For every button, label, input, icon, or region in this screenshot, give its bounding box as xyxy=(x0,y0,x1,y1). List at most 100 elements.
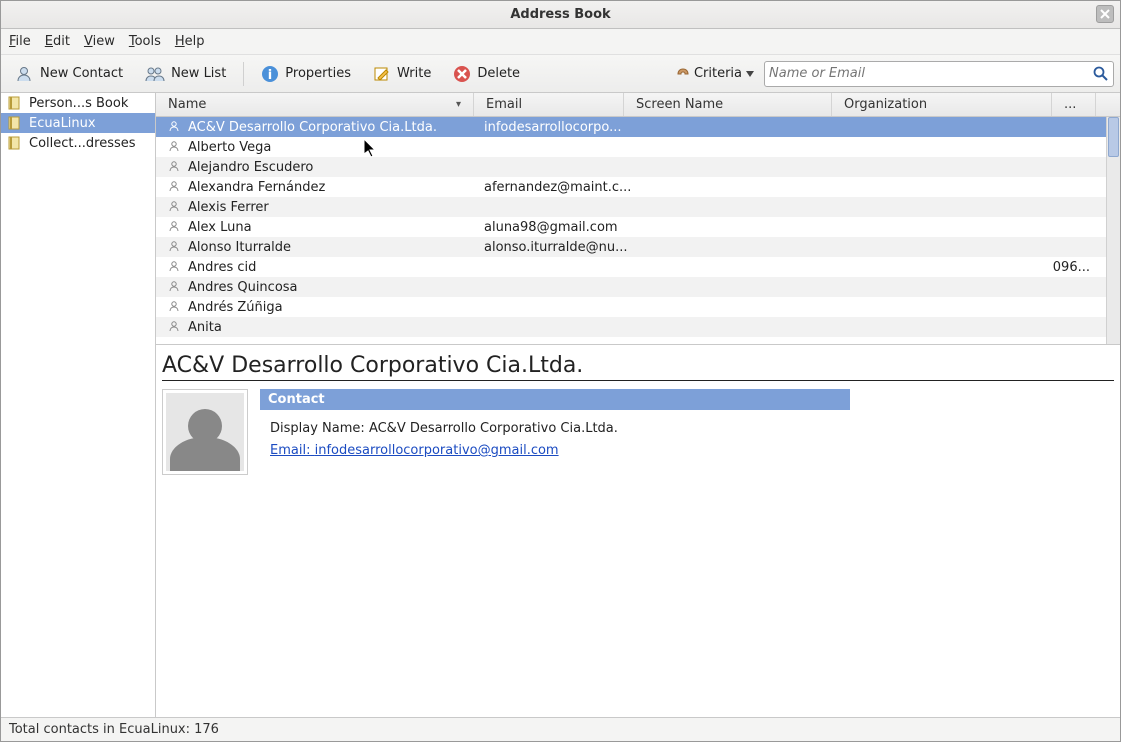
delete-button[interactable]: Delete xyxy=(444,60,529,88)
search-box[interactable] xyxy=(764,61,1114,87)
detail-pane: AC&V Desarrollo Corporativo Cia.Ltda. Co… xyxy=(156,345,1120,717)
column-email[interactable]: Email xyxy=(474,93,624,116)
toolbar-separator xyxy=(243,62,244,86)
cell-email: infodesarrollocorpo... xyxy=(484,120,634,135)
write-button[interactable]: Write xyxy=(364,60,440,88)
book-icon xyxy=(7,115,23,131)
book-icon xyxy=(7,135,23,151)
column-name[interactable]: Name ▾ xyxy=(156,93,474,116)
svg-text:i: i xyxy=(268,68,272,83)
avatar xyxy=(162,389,248,475)
sidebar-item-label: Person...s Book xyxy=(29,96,128,111)
table-header: Name ▾ Email Screen Name Organization ..… xyxy=(156,93,1120,117)
contact-icon xyxy=(168,140,182,154)
sidebar-item-label: EcuaLinux xyxy=(29,116,96,131)
table-body[interactable]: AC&V Desarrollo Corporativo Cia.Ltda.inf… xyxy=(156,117,1120,344)
contact-icon xyxy=(168,280,182,294)
display-name-label: Display Name: xyxy=(270,421,365,436)
column-more[interactable]: ... xyxy=(1052,93,1096,116)
cell-name: Anita xyxy=(188,320,484,335)
cell-name: Andrés Zúñiga xyxy=(188,300,484,315)
new-contact-button[interactable]: New Contact xyxy=(7,60,132,88)
table-row[interactable]: Alexandra Fernándezafernandez@maint.c... xyxy=(156,177,1120,197)
sidebar-item-personal[interactable]: Person...s Book xyxy=(1,93,155,113)
status-text: Total contacts in EcuaLinux: 176 xyxy=(9,722,219,737)
cell-email: afernandez@maint.c... xyxy=(484,180,634,195)
new-list-label: New List xyxy=(171,66,226,81)
table-row[interactable]: AC&V Desarrollo Corporativo Cia.Ltda.inf… xyxy=(156,117,1120,137)
column-org[interactable]: Organization xyxy=(832,93,1052,116)
display-name-row: Display Name: AC&V Desarrollo Corporativ… xyxy=(270,418,840,440)
delete-icon xyxy=(453,65,471,83)
table-row[interactable]: Alberto Vega xyxy=(156,137,1120,157)
column-name-label: Name xyxy=(168,97,206,112)
cell-name: Alberto Vega xyxy=(188,140,484,155)
people-icon xyxy=(145,65,165,83)
column-org-label: Organization xyxy=(844,97,927,112)
write-icon xyxy=(373,65,391,83)
cell-email: alonso.iturralde@nu... xyxy=(484,240,634,255)
column-screen[interactable]: Screen Name xyxy=(624,93,832,116)
delete-label: Delete xyxy=(477,66,520,81)
table-row[interactable]: Andres cid096... xyxy=(156,257,1120,277)
window-title: Address Book xyxy=(510,7,610,22)
info-icon: i xyxy=(261,65,279,83)
detail-title: AC&V Desarrollo Corporativo Cia.Ltda. xyxy=(162,353,1114,381)
scrollbar-thumb[interactable] xyxy=(1108,117,1119,157)
table-row[interactable]: Alex Lunaaluna98@gmail.com xyxy=(156,217,1120,237)
criteria-dropdown[interactable]: Criteria xyxy=(670,66,760,81)
contact-icon xyxy=(168,240,182,254)
column-config[interactable] xyxy=(1096,93,1120,116)
properties-label: Properties xyxy=(285,66,351,81)
email-row: Email: infodesarrollocorporativo@gmail.c… xyxy=(270,440,840,462)
menu-edit[interactable]: Edit xyxy=(45,34,70,49)
table-row[interactable]: Andrés Zúñiga xyxy=(156,297,1120,317)
contact-icon xyxy=(168,300,182,314)
menu-help[interactable]: Help xyxy=(175,34,205,49)
titlebar: Address Book xyxy=(1,1,1120,29)
vertical-scrollbar[interactable] xyxy=(1106,117,1120,344)
column-email-label: Email xyxy=(486,97,522,112)
criteria-label: Criteria xyxy=(694,66,742,81)
table-row[interactable]: Alonso Iturraldealonso.iturralde@nu... xyxy=(156,237,1120,257)
cell-name: Alejandro Escudero xyxy=(188,160,484,175)
table-row[interactable]: Alexis Ferrer xyxy=(156,197,1120,217)
contact-icon xyxy=(168,200,182,214)
contact-icon xyxy=(168,120,182,134)
menu-file[interactable]: File xyxy=(9,34,31,49)
close-button[interactable] xyxy=(1096,5,1114,23)
person-icon xyxy=(16,65,34,83)
contact-section-header: Contact xyxy=(260,389,850,410)
sidebar-item-ecualinux[interactable]: EcuaLinux xyxy=(1,113,155,133)
cell-name: AC&V Desarrollo Corporativo Cia.Ltda. xyxy=(188,120,484,135)
write-label: Write xyxy=(397,66,431,81)
table-row[interactable]: Alejandro Escudero xyxy=(156,157,1120,177)
filter-icon xyxy=(676,67,690,81)
menu-tools[interactable]: Tools xyxy=(129,34,161,49)
contact-icon xyxy=(168,160,182,174)
close-icon xyxy=(1100,9,1110,19)
contact-icon xyxy=(168,220,182,234)
search-input[interactable] xyxy=(769,66,1093,81)
table-row[interactable]: Andres Quincosa xyxy=(156,277,1120,297)
new-contact-label: New Contact xyxy=(40,66,123,81)
column-screen-label: Screen Name xyxy=(636,97,723,112)
search-icon xyxy=(1093,66,1109,82)
cell-email: aluna98@gmail.com xyxy=(484,220,634,235)
statusbar: Total contacts in EcuaLinux: 176 xyxy=(1,717,1120,741)
cell-name: Alexis Ferrer xyxy=(188,200,484,215)
contact-icon xyxy=(168,180,182,194)
sidebar-item-collected[interactable]: Collect...dresses xyxy=(1,133,155,153)
new-list-button[interactable]: New List xyxy=(136,60,235,88)
toolbar: New Contact New List i Properties Write … xyxy=(1,55,1120,93)
cell-name: Alexandra Fernández xyxy=(188,180,484,195)
sidebar: Person...s Book EcuaLinux Collect...dres… xyxy=(1,93,156,717)
properties-button[interactable]: i Properties xyxy=(252,60,360,88)
sidebar-item-label: Collect...dresses xyxy=(29,136,136,151)
email-link[interactable]: Email: infodesarrollocorporativo@gmail.c… xyxy=(270,443,559,458)
table-row[interactable]: Anita xyxy=(156,317,1120,337)
menu-view[interactable]: View xyxy=(84,34,115,49)
contacts-table: Name ▾ Email Screen Name Organization ..… xyxy=(156,93,1120,345)
contact-icon xyxy=(168,320,182,334)
cell-name: Andres cid xyxy=(188,260,484,275)
